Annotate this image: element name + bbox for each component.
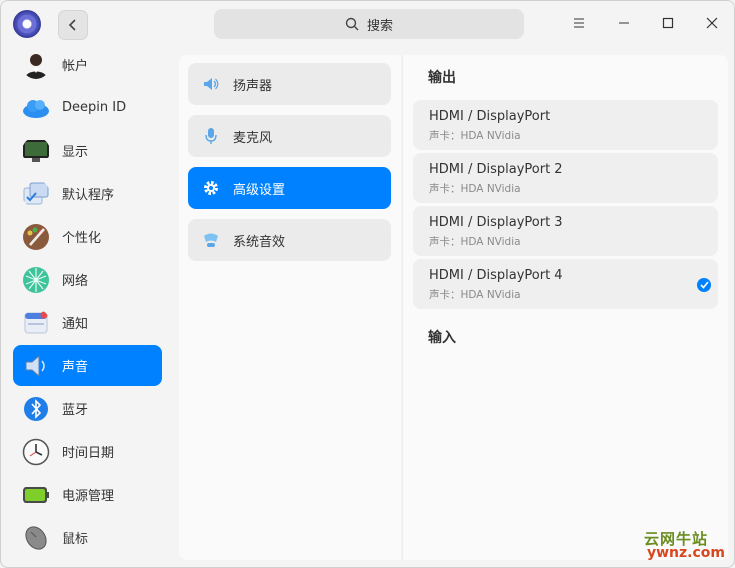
- output-device-row[interactable]: HDMI / DisplayPort 声卡：HDA NVidia: [413, 100, 718, 150]
- sound-icon: [25, 354, 45, 377]
- submenu-item-sound-effects[interactable]: 系统音效: [188, 219, 391, 261]
- cloud-icon: [23, 99, 49, 118]
- close-icon: [706, 17, 718, 29]
- submenu-item-microphone[interactable]: 麦克风: [188, 115, 391, 157]
- submenu-item-label: 扬声器: [233, 78, 273, 94]
- submenu-item-advanced[interactable]: 高级设置: [188, 167, 391, 209]
- device-name: HDMI / DisplayPort: [429, 109, 551, 124]
- menu-icon: [574, 18, 584, 28]
- sidebar-item-power[interactable]: 电源管理: [13, 474, 162, 515]
- sidebar-item-network[interactable]: 网络: [13, 259, 162, 300]
- device-name: HDMI / DisplayPort 2: [429, 162, 563, 177]
- bluetooth-icon: [24, 396, 48, 421]
- advanced-settings-panel: 输出 HDMI / DisplayPort 声卡：HDA NVidia HDMI…: [402, 55, 728, 560]
- sidebar-item-label: 蓝牙: [62, 403, 89, 418]
- titlebar: 搜索: [1, 1, 734, 47]
- input-section-title: 输入: [428, 330, 456, 346]
- minimize-icon: [619, 22, 629, 24]
- minimize-button[interactable]: [613, 12, 635, 34]
- sound-effects-icon: [200, 229, 222, 251]
- sidebar-item-deepin-id[interactable]: Deepin ID: [13, 87, 162, 128]
- sidebar-item-personalization[interactable]: 个性化: [13, 216, 162, 257]
- device-card: 声卡：HDA NVidia: [429, 183, 521, 195]
- battery-icon: [23, 486, 49, 503]
- submenu-item-label: 麦克风: [233, 130, 273, 146]
- sidebar-item-label: 网络: [62, 274, 89, 289]
- sidebar-item-label: 个性化: [62, 231, 102, 246]
- maximize-icon: [662, 17, 674, 29]
- notification-icon: [24, 311, 48, 333]
- gear-icon: [200, 177, 222, 199]
- sidebar-item-label: 默认程序: [62, 188, 115, 203]
- back-button[interactable]: [58, 10, 88, 40]
- account-icon: [25, 53, 47, 79]
- watermark-en: ywnz.com: [647, 545, 725, 561]
- app-logo-icon: [13, 10, 41, 38]
- sidebar-item-label: 通知: [62, 317, 89, 332]
- output-device-row[interactable]: HDMI / DisplayPort 3 声卡：HDA NVidia: [413, 206, 718, 256]
- selected-check-icon: [697, 278, 711, 292]
- display-icon: [23, 139, 49, 162]
- search-input[interactable]: 搜索: [214, 9, 524, 39]
- personalization-icon: [23, 223, 49, 250]
- sidebar-item-label: Deepin ID: [62, 100, 127, 115]
- speaker-icon: [200, 73, 222, 95]
- search-placeholder: 搜索: [366, 18, 393, 34]
- submenu-item-speaker[interactable]: 扬声器: [188, 63, 391, 105]
- output-device-row[interactable]: HDMI / DisplayPort 2 声卡：HDA NVidia: [413, 153, 718, 203]
- maximize-button[interactable]: [657, 12, 679, 34]
- device-name: HDMI / DisplayPort 3: [429, 215, 563, 230]
- clock-icon: [22, 438, 50, 465]
- device-card: 声卡：HDA NVidia: [429, 289, 521, 301]
- sidebar-item-label: 电源管理: [62, 489, 115, 504]
- sidebar-item-label: 时间日期: [62, 446, 115, 461]
- sidebar-item-label: 显示: [62, 145, 89, 160]
- sidebar: 帐户 Deepin ID 显示 默认程序 个性化 网络 通知 声音 蓝牙 时间日…: [1, 47, 172, 567]
- network-icon: [23, 266, 49, 293]
- search-icon: [345, 17, 359, 31]
- sidebar-item-account[interactable]: 帐户: [13, 44, 162, 85]
- sidebar-item-display[interactable]: 显示: [13, 130, 162, 171]
- microphone-icon: [200, 125, 222, 147]
- close-button[interactable]: [701, 12, 723, 34]
- sidebar-item-notification[interactable]: 通知: [13, 302, 162, 343]
- sidebar-item-datetime[interactable]: 时间日期: [13, 431, 162, 472]
- sidebar-item-sound[interactable]: 声音: [13, 345, 162, 386]
- sidebar-item-mouse[interactable]: 鼠标: [13, 517, 162, 558]
- control-center-window: 搜索 帐户 Deepin ID 显示 默认程序 个性化 网络 通知 声音 蓝牙 …: [0, 0, 735, 568]
- mouse-icon: [25, 525, 47, 550]
- device-card: 声卡：HDA NVidia: [429, 236, 521, 248]
- menu-button[interactable]: [568, 12, 590, 34]
- device-card: 声卡：HDA NVidia: [429, 130, 521, 142]
- submenu-item-label: 系统音效: [233, 234, 286, 250]
- sidebar-item-default-apps[interactable]: 默认程序: [13, 173, 162, 214]
- device-name: HDMI / DisplayPort 4: [429, 268, 563, 283]
- sidebar-item-label: 声音: [62, 360, 89, 375]
- sidebar-item-label: 鼠标: [62, 532, 89, 547]
- default-apps-icon: [23, 182, 49, 204]
- output-section-title: 输出: [428, 70, 456, 86]
- chevron-left-icon: [68, 19, 76, 31]
- sound-submenu: 扬声器 麦克风 高级设置 系统音效: [179, 55, 401, 560]
- submenu-item-label: 高级设置: [233, 182, 286, 198]
- sidebar-item-label: 帐户: [62, 59, 89, 74]
- sidebar-item-bluetooth[interactable]: 蓝牙: [13, 388, 162, 429]
- output-device-row[interactable]: HDMI / DisplayPort 4 声卡：HDA NVidia: [413, 259, 718, 309]
